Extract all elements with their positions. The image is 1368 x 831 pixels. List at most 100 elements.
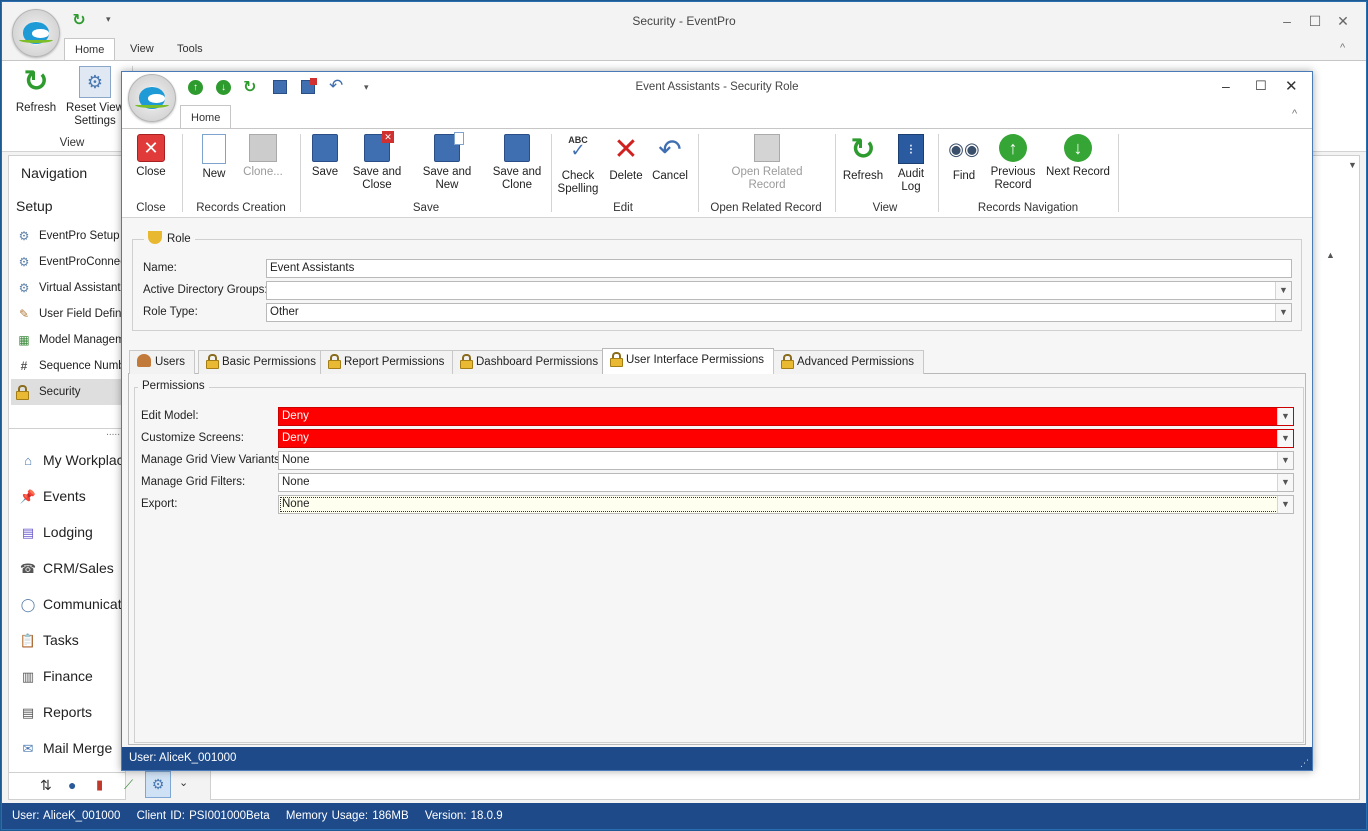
close-button[interactable]: ✕ Close — [131, 134, 171, 179]
chevron-down-icon[interactable]: ▼ — [1277, 430, 1293, 447]
content-dropdown-icon[interactable]: ▼ — [1348, 160, 1357, 170]
status-memory: Memory Usage: 186MB — [285, 810, 409, 822]
nav-item-sequence-numbers[interactable]: # Sequence Numbe — [16, 353, 124, 379]
ribbon-group-save: Save — [412, 202, 440, 214]
dialog-minimize-icon[interactable]: – — [1222, 78, 1230, 94]
line-chart-icon[interactable]: ⟋ — [124, 777, 133, 793]
edit-model-select[interactable]: Deny ▼ — [278, 407, 1294, 426]
previous-record-button[interactable]: ↑ Previous Record — [988, 134, 1038, 192]
customize-screens-label: Customize Screens: — [141, 432, 244, 444]
nav-item-user-field-definitions[interactable]: ✎ User Field Definiti — [16, 301, 124, 327]
chart-icon[interactable]: ▮ — [96, 777, 103, 793]
reset-view-settings-button[interactable]: ⚙ Reset View Settings — [64, 66, 126, 128]
check-spelling-button[interactable]: ABC ✓ Check Spelling — [556, 134, 600, 196]
close-icon[interactable]: ✕ — [1328, 2, 1358, 40]
chevron-down-icon[interactable]: ▼ — [1277, 474, 1293, 491]
nav-module-communications[interactable]: ◯ Communicati — [19, 590, 123, 618]
nav-splitter[interactable]: ..... — [8, 428, 126, 438]
minimize-icon[interactable]: – — [1272, 2, 1302, 40]
nav-module-crm-sales[interactable]: ☎ CRM/Sales — [19, 554, 123, 582]
nav-module-reports[interactable]: ▤ Reports — [19, 698, 123, 726]
footer-settings-button[interactable]: ⚙ — [145, 771, 171, 798]
chevron-down-icon[interactable]: ▼ — [1275, 282, 1291, 299]
nav-item-security[interactable]: Security — [16, 379, 124, 405]
save-and-clone-button[interactable]: Save and Clone — [490, 134, 544, 192]
name-input[interactable]: Event Assistants — [266, 259, 1292, 278]
report-icon: ▤ — [21, 705, 35, 721]
footer-chevron-icon[interactable]: ⌄ — [179, 776, 188, 789]
lock-icon — [610, 352, 623, 367]
tab-view[interactable]: View — [120, 38, 164, 60]
ledger-icon: ▥ — [21, 669, 35, 685]
binoculars-icon: ◉◉ — [948, 139, 980, 159]
contacts-icon: ☎ — [19, 561, 37, 577]
save-and-close-button[interactable]: ✕ Save and Close — [350, 131, 404, 192]
nav-module-lodging[interactable]: ▤ Lodging — [19, 518, 123, 546]
next-record-button[interactable]: ↓ Next Record — [1044, 134, 1112, 179]
dialog-close-icon[interactable]: ✕ — [1285, 77, 1298, 95]
chevron-down-icon[interactable]: ▼ — [1277, 496, 1293, 513]
refresh-button[interactable]: ↻ Refresh — [840, 134, 886, 183]
dialog-ribbon-collapse-icon[interactable]: ^ — [1292, 108, 1297, 120]
find-button[interactable]: ◉◉ Find — [944, 134, 984, 183]
nav-module-mail-merge[interactable]: ✉ Mail Merge — [19, 734, 123, 762]
refresh-icon: ↻ — [23, 65, 49, 98]
refresh-button[interactable]: ↻ Refresh — [10, 66, 62, 115]
cancel-button[interactable]: ↶ Cancel — [650, 134, 690, 183]
ribbon-group-records-creation: Records Creation — [196, 202, 286, 214]
app-status-bar: User: AliceK_001000 Client ID: PSI001000… — [2, 803, 1366, 829]
ribbon-separator — [698, 134, 699, 212]
nav-item-virtual-assistant[interactable]: ⚙ Virtual Assistant S — [16, 275, 124, 301]
nav-module-tasks[interactable]: 📋 Tasks — [19, 626, 123, 654]
nav-item-model-management[interactable]: ▦ Model Manageme — [16, 327, 124, 353]
maximize-icon[interactable]: ☐ — [1300, 2, 1330, 40]
save-button[interactable]: Save — [308, 134, 342, 179]
delete-button[interactable]: ✕ Delete — [606, 134, 646, 183]
dialog-tab-home[interactable]: Home — [180, 105, 232, 129]
manage-grid-view-variants-select[interactable]: None ▼ — [278, 451, 1294, 470]
audit-log-button[interactable]: ⁝ Audit Log — [892, 134, 930, 194]
clipboard-icon: 📋 — [19, 633, 37, 649]
save-close-icon: ✕ — [364, 131, 394, 162]
permissions-legend: Permissions — [138, 380, 209, 392]
nav-item-eventproconnect[interactable]: ⚙ EventProConnect — [16, 249, 124, 275]
nav-module-finance[interactable]: ▥ Finance — [19, 662, 123, 690]
ribbon-group-view: View — [59, 137, 85, 149]
nav-module-events[interactable]: 📌 Events — [19, 482, 123, 510]
nav-item-eventpro-setup[interactable]: ⚙ EventPro Setup — [16, 223, 124, 249]
clone-button[interactable]: Clone... — [238, 134, 288, 179]
globe-icon[interactable]: ● — [68, 777, 76, 793]
customize-screens-select[interactable]: Deny ▼ — [278, 429, 1294, 448]
delete-icon: ✕ — [613, 133, 639, 166]
tab-basic-permissions[interactable]: Basic Permissions — [198, 350, 326, 374]
active-directory-groups-select[interactable]: ▼ — [266, 281, 1292, 300]
tab-users[interactable]: Users — [129, 350, 196, 374]
tab-home[interactable]: Home — [64, 38, 116, 61]
manage-grid-filters-select[interactable]: None ▼ — [278, 473, 1294, 492]
sort-icon[interactable]: ⇅ — [40, 777, 52, 794]
save-and-new-button[interactable]: Save and New — [410, 132, 484, 192]
tab-user-interface-permissions[interactable]: User Interface Permissions — [602, 348, 775, 374]
chevron-down-icon[interactable]: ▼ — [1275, 304, 1291, 321]
ribbon-separator — [1118, 134, 1119, 212]
close-icon: ✕ — [137, 134, 165, 162]
chevron-down-icon[interactable]: ▼ — [1277, 452, 1293, 469]
nav-module-my-workplace[interactable]: ⌂ My Workplac — [19, 446, 123, 474]
role-type-select[interactable]: Other ▼ — [266, 303, 1292, 322]
user-edit-icon: ✎ — [18, 306, 30, 321]
tab-tools[interactable]: Tools — [167, 38, 213, 60]
ribbon-collapse-icon[interactable]: ^ — [1340, 42, 1345, 54]
hash-icon: # — [20, 358, 28, 373]
undo-icon: ↶ — [658, 134, 682, 165]
export-select[interactable]: None ▼ — [278, 495, 1294, 514]
tab-advanced-permissions[interactable]: Advanced Permissions — [773, 350, 924, 374]
dialog-maximize-icon[interactable]: ☐ — [1255, 78, 1267, 94]
chevron-down-icon[interactable]: ▼ — [1277, 408, 1293, 425]
content-scroll-up-icon[interactable]: ▲ — [1326, 250, 1335, 260]
nav-footer-bar — [8, 772, 126, 800]
new-button[interactable]: New — [194, 134, 234, 181]
tab-report-permissions[interactable]: Report Permissions — [320, 350, 455, 374]
resize-grip-icon[interactable]: ⋰ — [1300, 758, 1309, 769]
tab-dashboard-permissions[interactable]: Dashboard Permissions — [452, 350, 609, 374]
open-related-record-button[interactable]: Open Related Record — [722, 134, 812, 192]
